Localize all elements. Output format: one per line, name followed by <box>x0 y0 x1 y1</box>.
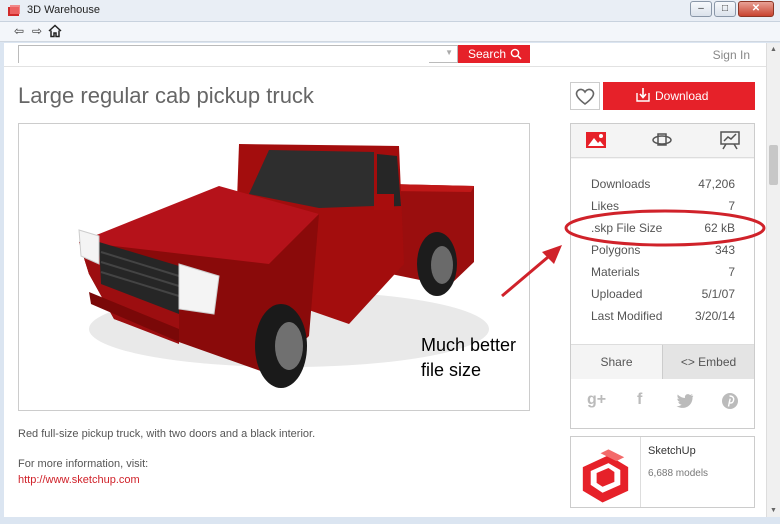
browser-navbar: ⇦ ⇨ <box>0 22 780 42</box>
share-tabs: Share <> Embed <box>571 344 754 379</box>
scrollbar-thumb[interactable] <box>769 145 778 185</box>
more-info-label: For more information, visit: <box>18 458 149 470</box>
owner-name[interactable]: SketchUp <box>648 445 696 457</box>
home-icon[interactable] <box>48 24 62 38</box>
scroll-up-icon[interactable]: ▲ <box>767 43 780 56</box>
vertical-scrollbar[interactable]: ▲ ▼ <box>766 43 780 517</box>
tab-embed[interactable]: <> Embed <box>662 345 754 379</box>
back-arrow-icon[interactable]: ⇦ <box>12 24 26 38</box>
google-plus-icon[interactable]: g+ <box>587 391 606 409</box>
heart-icon <box>575 88 595 106</box>
stat-value: 5/1/07 <box>701 287 735 301</box>
search-icon <box>510 48 522 60</box>
stat-row-uploaded: Uploaded 5/1/07 <box>591 287 735 301</box>
window-title: 3D Warehouse <box>27 4 100 16</box>
stat-label: Last Modified <box>591 309 663 323</box>
close-button[interactable]: ✕ <box>738 1 774 17</box>
stat-label: Uploaded <box>591 287 643 301</box>
header-divider <box>4 66 766 67</box>
annotation-line-1: Much better <box>421 335 517 355</box>
view-tabs <box>571 124 754 158</box>
app-icon <box>8 5 20 16</box>
stat-label: Downloads <box>591 177 651 191</box>
twitter-icon[interactable] <box>676 393 694 409</box>
stat-row-materials: Materials 7 <box>591 265 735 279</box>
search-button-label: Search <box>468 47 507 61</box>
sketchup-logo <box>582 437 641 507</box>
search-button[interactable]: Search <box>458 45 530 63</box>
favorite-button[interactable] <box>570 82 600 110</box>
window-titlebar: 3D Warehouse – □ ✕ <box>0 0 780 22</box>
annotation-ellipse <box>564 209 766 247</box>
download-label: Download <box>655 89 709 103</box>
annotation-line-2: file size <box>421 360 482 380</box>
scroll-down-icon[interactable]: ▼ <box>767 504 780 517</box>
maximize-button[interactable]: □ <box>714 1 736 17</box>
chevron-down-icon[interactable]: ▼ <box>445 48 453 57</box>
search-input[interactable] <box>19 47 429 63</box>
stat-value: 7 <box>728 265 735 279</box>
window-controls: – □ ✕ <box>690 1 774 17</box>
pinterest-icon[interactable] <box>721 392 739 410</box>
stat-row-last-modified: Last Modified 3/20/14 <box>591 309 735 323</box>
presentation-icon[interactable] <box>719 130 741 150</box>
search-bar: ▼ <box>18 45 458 63</box>
page-content: ▼ Search Sign In Large regular cab picku… <box>4 43 766 517</box>
annotation-arrow <box>501 245 562 298</box>
more-info-link[interactable]: http://www.sketchup.com <box>18 474 140 486</box>
window-bottom-border <box>0 517 780 524</box>
3d-view-icon[interactable] <box>651 130 673 150</box>
annotation-note: Much better file size <box>421 333 516 383</box>
download-button[interactable]: Download <box>603 82 755 110</box>
owner-card[interactable]: SketchUp 6,688 models <box>570 436 755 508</box>
page-title: Large regular cab pickup truck <box>18 83 314 108</box>
download-icon <box>636 88 650 102</box>
details-panel: Downloads 47,206 Likes 7 .skp File Size … <box>570 123 755 379</box>
model-stats: Downloads 47,206 Likes 7 .skp File Size … <box>571 159 754 347</box>
stat-row-downloads: Downloads 47,206 <box>591 177 735 191</box>
tab-share[interactable]: Share <box>571 345 662 379</box>
facebook-icon[interactable]: f <box>637 391 642 409</box>
sign-in-link[interactable]: Sign In <box>713 48 750 62</box>
image-icon[interactable] <box>585 130 607 150</box>
stat-value: 47,206 <box>698 177 735 191</box>
forward-arrow-icon[interactable]: ⇨ <box>30 24 44 38</box>
model-description: Red full-size pickup truck, with two doo… <box>18 428 316 440</box>
minimize-button[interactable]: – <box>690 1 712 17</box>
stat-label: Materials <box>591 265 640 279</box>
social-links: g+ f <box>570 379 755 429</box>
owner-model-count: 6,688 models <box>648 468 709 479</box>
stat-value: 3/20/14 <box>694 309 735 323</box>
